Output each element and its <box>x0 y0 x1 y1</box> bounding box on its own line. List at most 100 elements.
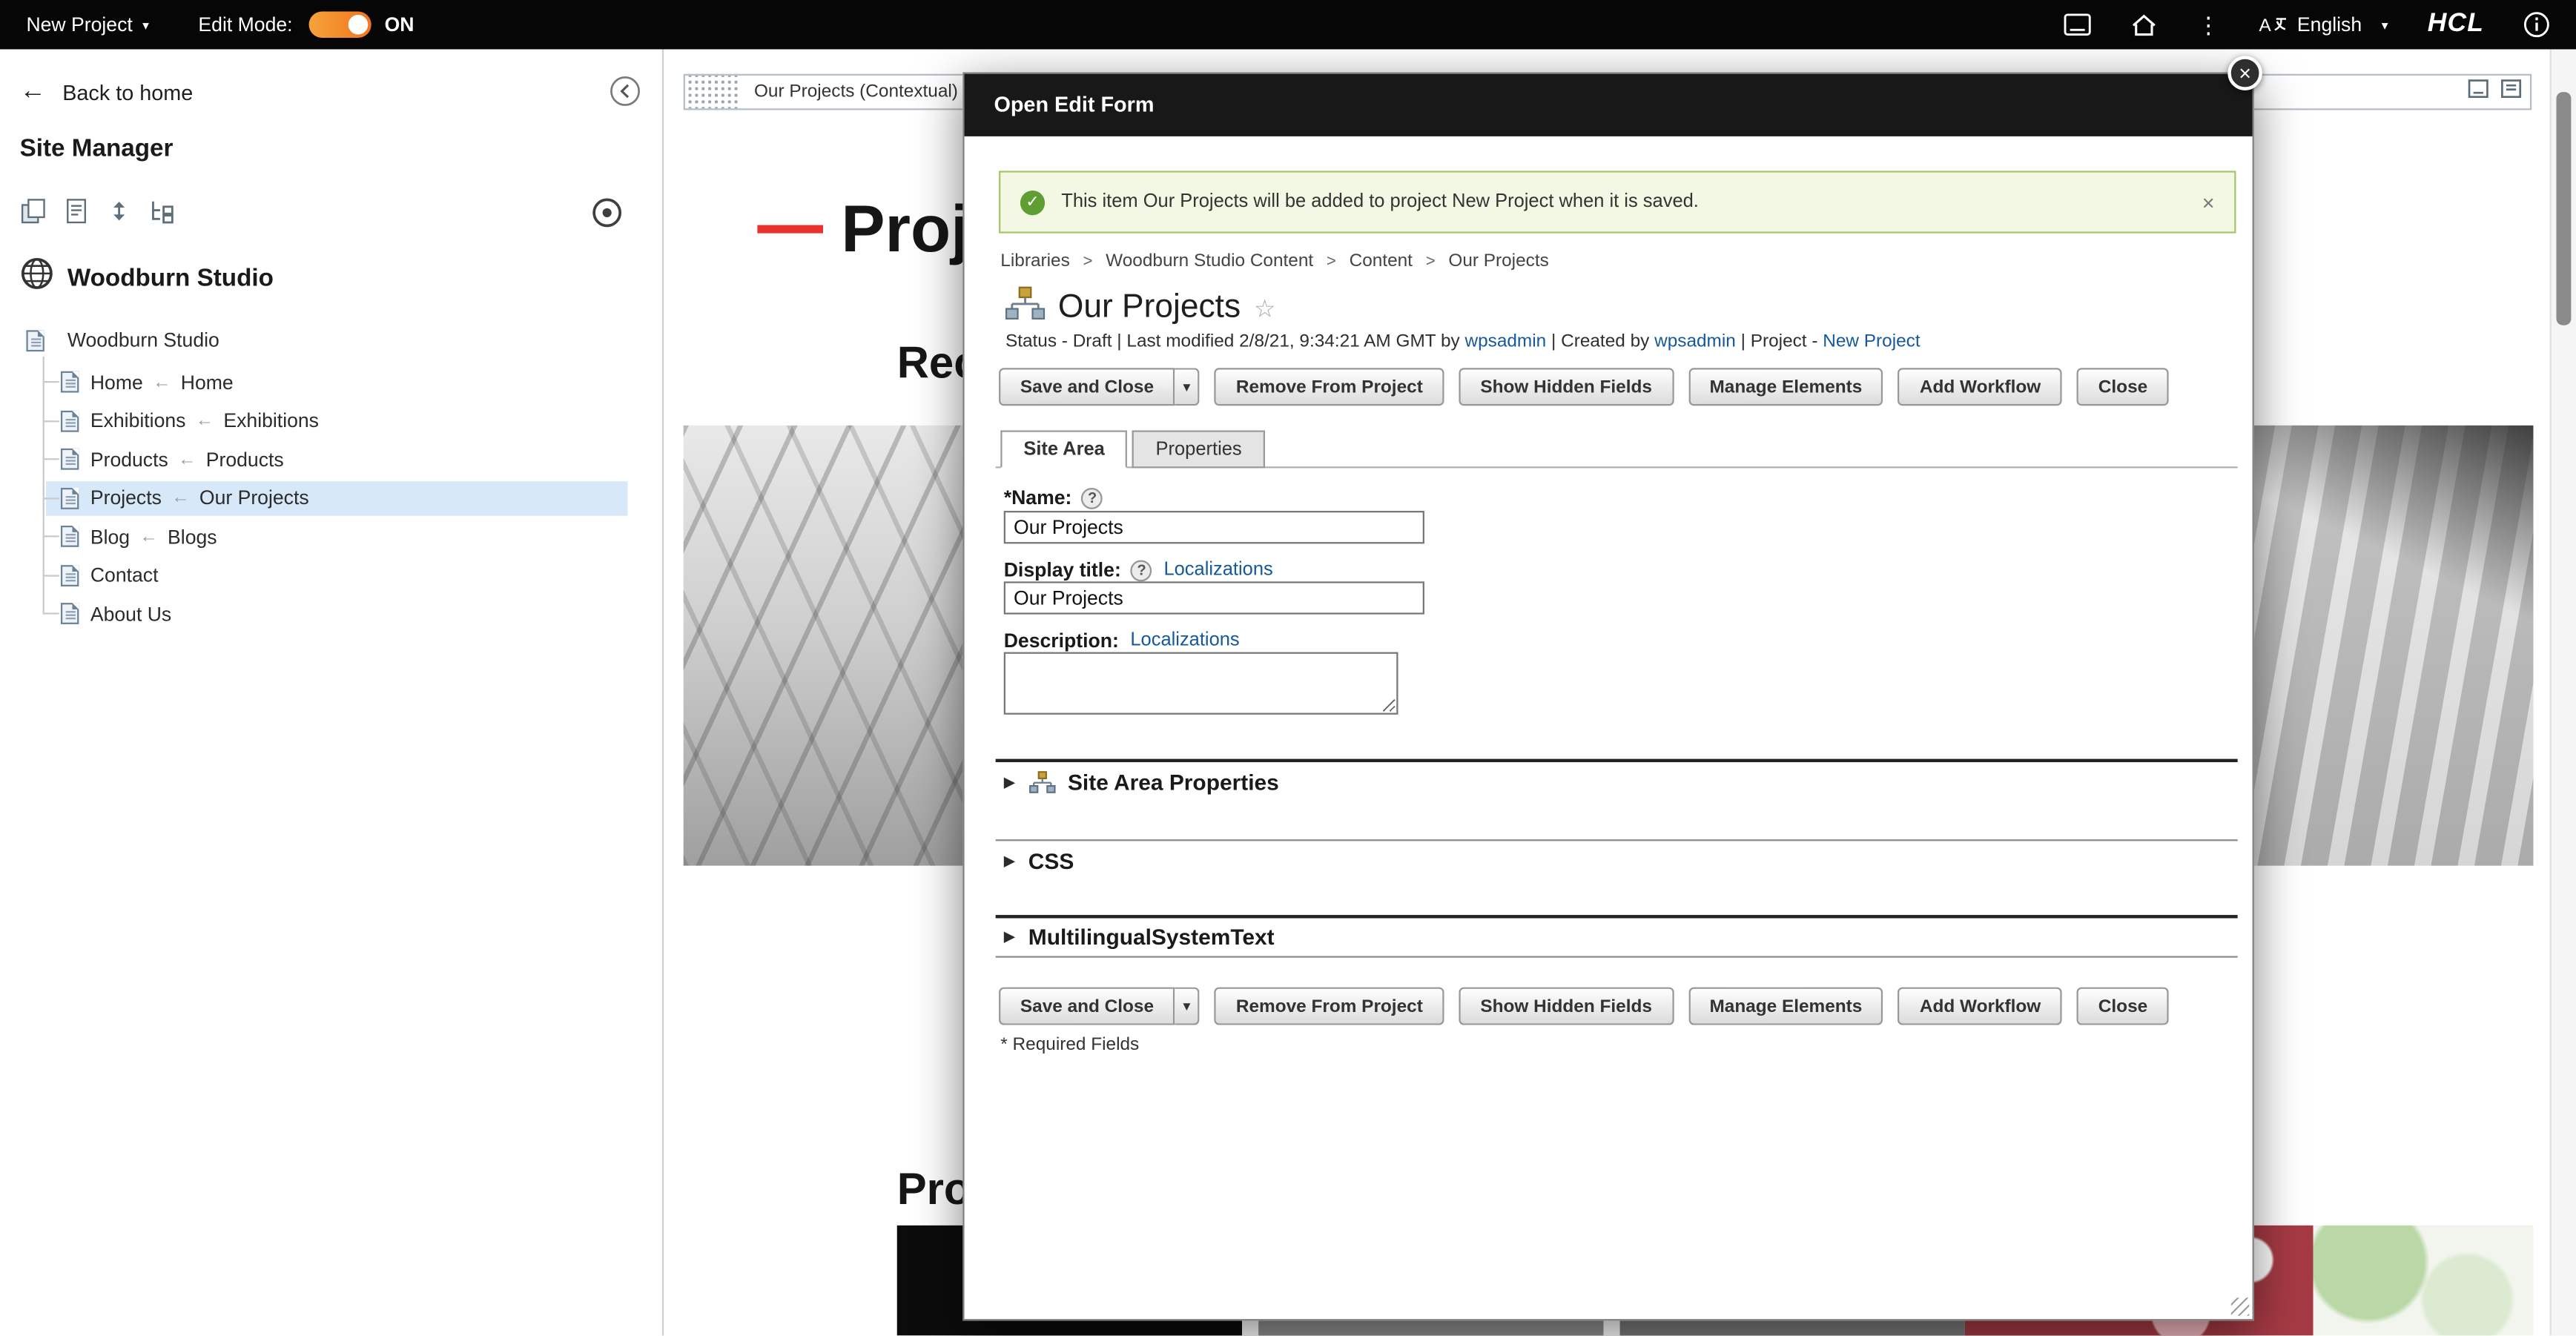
portlet-action-icon-1[interactable] <box>2468 77 2489 107</box>
back-arrow-icon[interactable]: ← <box>20 77 46 107</box>
page-name: Products <box>90 448 168 471</box>
success-message: ✓ This item Our Projects will be added t… <box>999 171 2236 233</box>
project-link[interactable]: New Project <box>1823 332 1920 352</box>
site-manager-panel: ← Back to home Site Manager <box>0 49 664 1335</box>
section-divider <box>996 759 2238 762</box>
open-edit-form-dialog: Open Edit Form ✓ This item Our Projects … <box>962 72 2253 1320</box>
breadcrumb-content[interactable]: Content <box>1350 251 1413 271</box>
show-hidden-fields-button[interactable]: Show Hidden Fields <box>1459 368 1674 406</box>
breadcrumb-libraries[interactable]: Libraries <box>1000 251 1069 271</box>
tree-item-products[interactable]: Products ← Products <box>46 442 627 477</box>
name-input[interactable] <box>1004 511 1424 543</box>
site-header: Woodburn Studio <box>20 257 274 300</box>
dismiss-message-icon[interactable]: × <box>2202 190 2215 214</box>
portlet-action-icon-2[interactable] <box>2500 77 2522 107</box>
tree-item-contact[interactable]: Contact <box>46 558 627 592</box>
expand-triangle-icon[interactable]: ▶ <box>1004 853 1015 870</box>
caret-down-icon: ▾ <box>1183 999 1190 1013</box>
language-caret-icon: ▾ <box>2382 17 2388 32</box>
remove-from-project-button[interactable]: Remove From Project <box>1215 988 1444 1025</box>
tree-item-about-us[interactable]: About Us <box>46 596 627 631</box>
tab-site-area[interactable]: Site Area <box>1000 430 1128 468</box>
edit-mode-state: ON <box>385 13 415 36</box>
tree-item-exhibitions[interactable]: Exhibitions ← Exhibitions <box>46 403 627 438</box>
created-by-link[interactable]: wpsadmin <box>1654 332 1736 352</box>
display-title-localizations-link[interactable]: Localizations <box>1163 560 1272 581</box>
favorite-star-icon[interactable]: ☆ <box>1254 293 1276 323</box>
panel-title: Site Manager <box>20 135 174 163</box>
section-divider <box>996 956 2238 957</box>
display-title-label-row: Display title: ? Localizations <box>1004 558 1273 581</box>
page-scrollbar[interactable] <box>2550 49 2576 1335</box>
page-icon <box>61 564 79 586</box>
save-and-close-button[interactable]: Save and Close <box>999 368 1175 406</box>
page-name: Exhibitions <box>90 409 186 432</box>
manage-elements-button[interactable]: Manage Elements <box>1688 368 1883 406</box>
dialog-close-icon[interactable]: × <box>2227 56 2262 90</box>
site-area-small-icon <box>1028 770 1057 795</box>
edit-mode-toggle[interactable] <box>309 12 371 38</box>
project-caret-icon[interactable]: ▾ <box>142 17 149 32</box>
add-workflow-button[interactable]: Add Workflow <box>1898 368 2062 406</box>
info-icon[interactable] <box>2523 12 2549 38</box>
more-options-icon[interactable]: ⋮ <box>2197 13 2220 36</box>
display-title-input[interactable] <box>1004 581 1424 614</box>
success-check-icon: ✓ <box>1020 190 1045 214</box>
hierarchy-icon[interactable] <box>148 197 176 234</box>
tree-root[interactable]: Woodburn Studio <box>26 328 219 351</box>
display-title-help-icon[interactable]: ? <box>1131 559 1152 581</box>
globe-icon <box>20 257 55 300</box>
caret-down-icon: ▾ <box>1183 380 1190 394</box>
tree-item-home[interactable]: Home ← Home <box>46 365 627 400</box>
add-workflow-button[interactable]: Add Workflow <box>1898 988 2062 1025</box>
drag-handle[interactable] <box>685 76 741 108</box>
dialog-resize-handle[interactable] <box>2231 1297 2249 1315</box>
create-page-icon[interactable] <box>20 197 48 234</box>
project-thumbnail-5 <box>2314 1226 2534 1335</box>
remove-from-project-button[interactable]: Remove From Project <box>1215 368 1444 406</box>
save-options-caret[interactable]: ▾ <box>1175 368 1200 406</box>
section-multilingual-system-text[interactable]: ▶ MultilingualSystemText <box>1004 925 1275 949</box>
manage-elements-button[interactable]: Manage Elements <box>1688 988 1883 1025</box>
close-button[interactable]: Close <box>2077 368 2169 406</box>
project-menu[interactable]: New Project <box>26 13 132 36</box>
language-selector[interactable]: A English ▾ <box>2259 13 2388 36</box>
tab-properties[interactable]: Properties <box>1133 430 1265 468</box>
collapse-panel-icon[interactable] <box>610 76 641 115</box>
page-icon <box>61 526 79 547</box>
dialog-toolbar-bottom: Save and Close ▾ Remove From Project Sho… <box>999 988 2169 1025</box>
description-textarea[interactable] <box>1004 652 1398 715</box>
tree-item-projects[interactable]: Projects ← Our Projects <box>46 480 627 515</box>
tree-root-label: Woodburn Studio <box>67 328 219 351</box>
edit-mode-label: Edit Mode: <box>198 13 292 36</box>
save-and-close-split: Save and Close ▾ <box>999 368 1200 406</box>
modified-by-link[interactable]: wpsadmin <box>1464 332 1546 352</box>
section-site-area-properties[interactable]: ▶ Site Area Properties <box>1004 770 1279 795</box>
show-hidden-fields-button[interactable]: Show Hidden Fields <box>1459 988 1674 1025</box>
name-help-icon[interactable]: ? <box>1082 487 1103 509</box>
content-name: Blogs <box>168 525 217 548</box>
tree-item-blog[interactable]: Blog ← Blogs <box>46 519 627 554</box>
back-label: Back to home <box>62 79 193 104</box>
section-css[interactable]: ▶ CSS <box>1004 849 1074 873</box>
move-page-icon[interactable] <box>105 197 133 234</box>
item-title: Our Projects <box>1058 289 1241 327</box>
expand-triangle-icon[interactable]: ▶ <box>1004 774 1015 792</box>
expand-triangle-icon[interactable]: ▶ <box>1004 928 1015 946</box>
description-localizations-link[interactable]: Localizations <box>1130 631 1239 651</box>
home-icon[interactable] <box>2131 13 2157 37</box>
breadcrumb-library[interactable]: Woodburn Studio Content <box>1106 251 1313 271</box>
apps-panel-icon[interactable] <box>2064 13 2092 36</box>
close-button[interactable]: Close <box>2077 988 2169 1025</box>
application-window: New Project ▾ Edit Mode: ON ⋮ A English … <box>0 0 2576 1335</box>
save-and-close-button[interactable]: Save and Close <box>999 988 1175 1025</box>
name-label: *Name: <box>1004 486 1072 509</box>
scrollbar-thumb[interactable] <box>2556 92 2571 325</box>
mapping-arrow-icon: ← <box>153 372 171 392</box>
edit-page-icon[interactable] <box>62 197 90 234</box>
page-name: Projects <box>90 486 162 509</box>
site-area-icon <box>1004 286 1047 331</box>
back-to-home[interactable]: ← Back to home <box>0 72 662 111</box>
preview-site-icon[interactable] <box>592 197 623 237</box>
save-options-caret[interactable]: ▾ <box>1175 988 1200 1025</box>
